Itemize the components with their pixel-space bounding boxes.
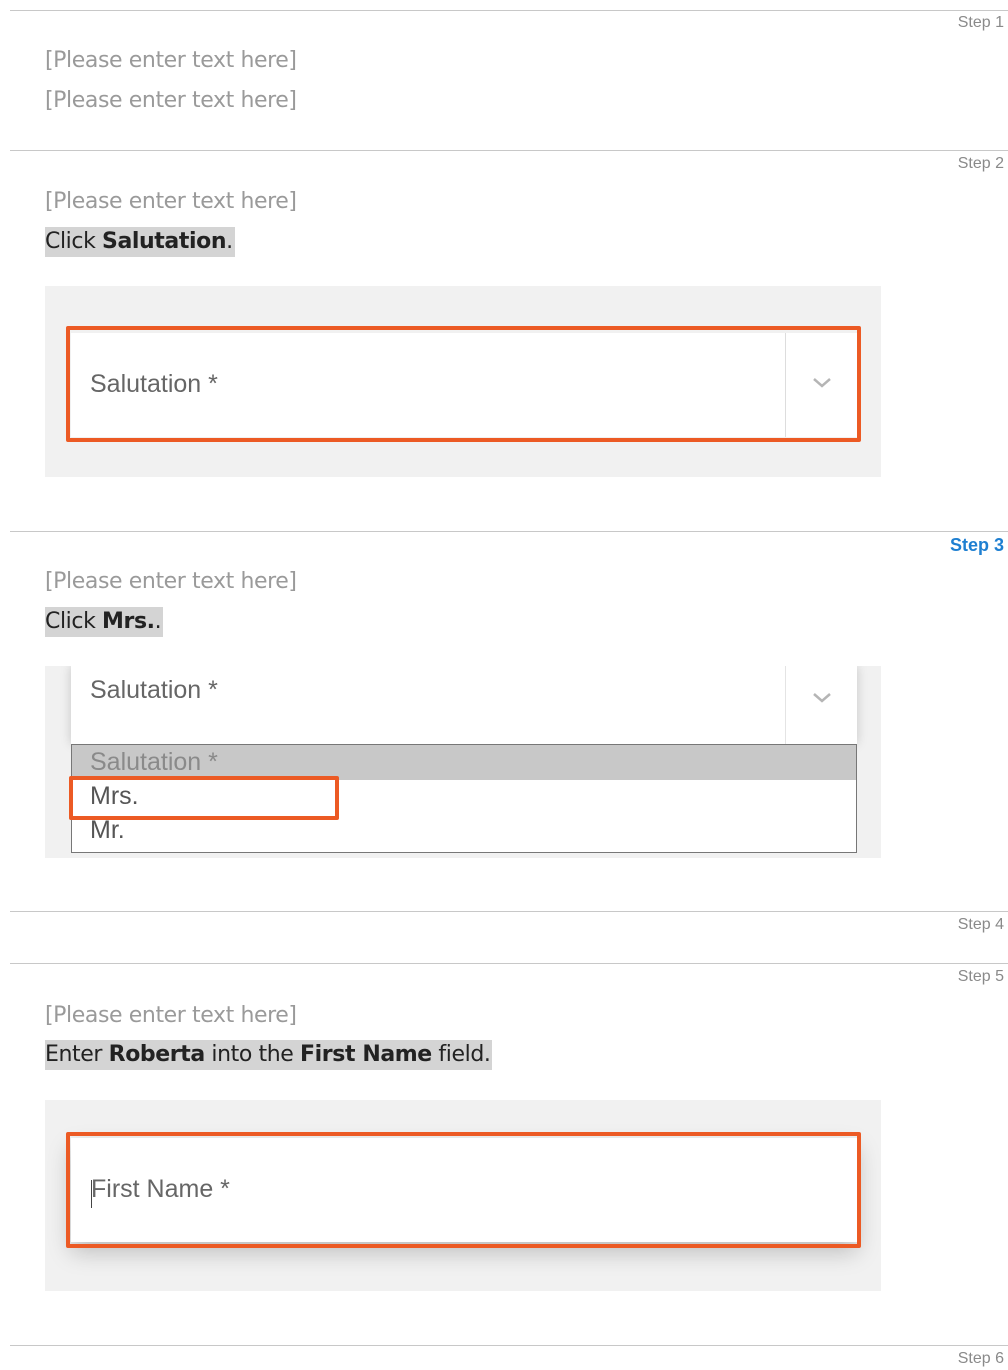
dropdown-toggle[interactable] <box>785 666 857 744</box>
instruction-text: into the <box>204 1042 301 1067</box>
instruction-text: field. <box>431 1042 491 1067</box>
instruction-target: First Name <box>300 1042 432 1067</box>
salutation-select[interactable]: Salutation * <box>71 666 857 744</box>
step-1-label: Step 1 <box>957 14 1004 31</box>
instruction-text: Click <box>45 229 103 254</box>
input-highlight <box>66 1132 861 1248</box>
step-2-instruction: Click Salutation. <box>45 227 235 257</box>
step-3-placeholder[interactable]: [Please enter text here] <box>45 568 297 596</box>
step-divider <box>10 150 1008 151</box>
chevron-down-icon <box>813 693 831 703</box>
instruction-text: . <box>154 609 162 634</box>
salutation-select-label: Salutation * <box>90 676 218 704</box>
instruction-text: Click <box>45 609 103 634</box>
step-6-label: Step 6 <box>957 1350 1004 1367</box>
step-2-placeholder[interactable]: [Please enter text here] <box>45 188 297 216</box>
step-divider <box>10 963 1008 964</box>
step-4-label: Step 4 <box>957 916 1004 933</box>
step-5-screenshot: First Name * <box>45 1100 881 1291</box>
step-5-label: Step 5 <box>957 968 1004 985</box>
instruction-text: Enter <box>45 1042 109 1067</box>
step-3-label: Step 3 <box>949 535 1004 555</box>
step-1-placeholder-2[interactable]: [Please enter text here] <box>45 87 297 115</box>
step-3-screenshot: Salutation * Salutation * Mrs. Mr. First… <box>45 666 881 858</box>
step-2-screenshot: Salutation * <box>45 286 881 477</box>
step-divider <box>10 531 1008 532</box>
instruction-value: Roberta <box>108 1042 206 1067</box>
step-divider <box>10 911 1008 912</box>
option-salutation[interactable]: Salutation * <box>90 745 218 779</box>
click-highlight <box>69 776 339 820</box>
step-divider <box>10 10 1008 11</box>
instruction-text: . <box>226 229 233 254</box>
step-5-placeholder[interactable]: [Please enter text here] <box>45 1002 297 1030</box>
step-divider <box>10 1345 1008 1346</box>
step-2-label: Step 2 <box>957 155 1004 172</box>
step-5-instruction: Enter Roberta into the First Name field. <box>45 1040 493 1070</box>
step-1-placeholder-1[interactable]: [Please enter text here] <box>45 47 297 75</box>
instruction-target: Salutation <box>102 229 227 254</box>
click-highlight <box>66 326 861 442</box>
option-first-name[interactable]: First Name * <box>90 845 229 852</box>
step-3-instruction: Click Mrs.. <box>45 607 164 637</box>
instruction-target: Mrs. <box>102 609 155 634</box>
